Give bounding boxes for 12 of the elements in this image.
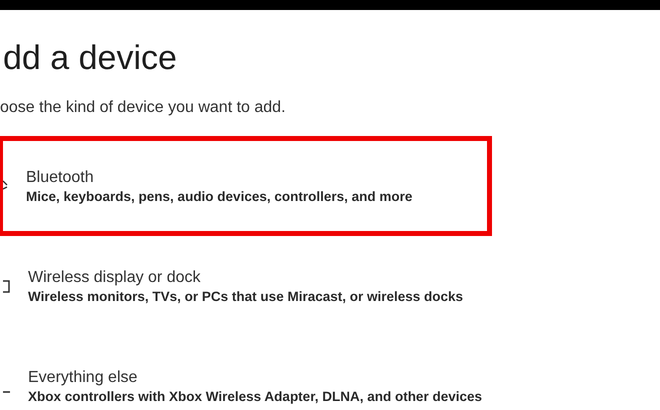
monitor-icon bbox=[3, 278, 11, 294]
option-description: Wireless monitors, TVs, or PCs that use Miracast, or wireless docks bbox=[28, 288, 464, 306]
device-option[interactable]: Wireless display or dock Wireless monitors, TVs, or PCs that use Miracast, or wireless docks bbox=[0, 236, 492, 336]
option-title: Everything else bbox=[28, 368, 138, 388]
option-title: Bluetooth bbox=[26, 168, 95, 188]
option-description: Mice, keyboards, pens, audio devices, controllers, and more bbox=[26, 188, 412, 206]
device-option[interactable]: Everything else Xbox controllers with Xbox Wireless Adapter, DLNA, and other devices bbox=[0, 336, 492, 410]
page-subtitle: oose the kind of device you want to add. bbox=[0, 98, 287, 118]
option-description: Xbox controllers with Xbox Wireless Adapter, DLNA, and other devices bbox=[28, 388, 482, 406]
option-title: Wireless display or dock bbox=[28, 268, 202, 288]
page-title: dd a device bbox=[2, 38, 178, 78]
device-option[interactable]: Bluetooth Mice, keyboards, pens, audio devices, controllers, and more bbox=[0, 136, 492, 236]
